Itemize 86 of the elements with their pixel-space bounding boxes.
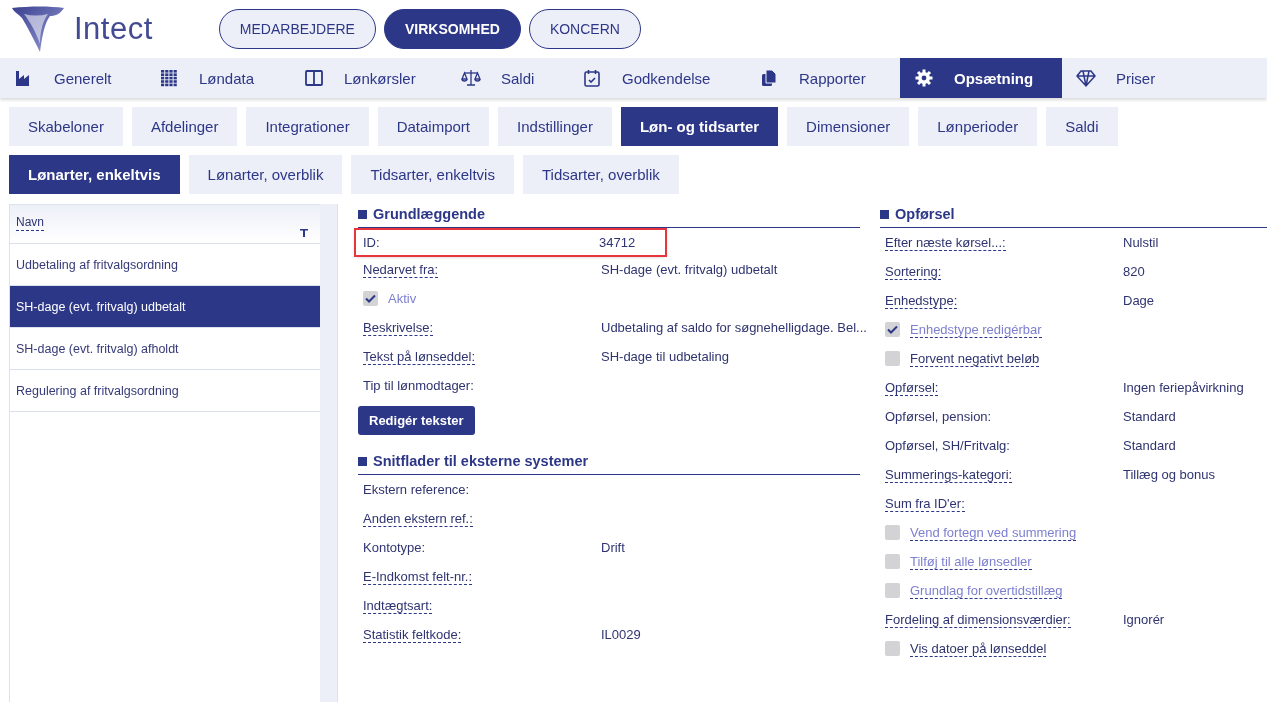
type-tab[interactable]: Lønarter, enkeltvis [9, 155, 180, 194]
field-label: Efter næste kørsel...: [885, 234, 1006, 251]
field-label: Tekst på lønseddel: [363, 348, 475, 365]
field-value: Ignorér [1123, 612, 1166, 627]
settings-tab[interactable]: Dataimport [377, 107, 490, 146]
field-value: SH-dage (evt. fritvalg) udbetalt [601, 262, 779, 277]
field-label: Anden ekstern ref.: [363, 510, 473, 527]
list-item[interactable]: SH-dage (evt. fritvalg) udbetalt [10, 286, 321, 328]
nav-tab[interactable]: Godkendelse [568, 58, 745, 98]
field-value: SH-dage til udbetaling [601, 349, 730, 364]
logo-icon [10, 4, 66, 54]
nav-tab[interactable]: Lønkørsler [290, 58, 447, 98]
type-tab[interactable]: Tidsarter, enkeltvis [351, 155, 514, 194]
field-value: IL0029 [601, 627, 642, 642]
filter-icon[interactable] [300, 229, 309, 237]
field-label: Fordeling af dimensionsværdier: [885, 611, 1071, 628]
field-value: Dage [1123, 293, 1156, 308]
columns-icon [304, 68, 324, 88]
field-value: 820 [1123, 264, 1146, 279]
field-value: Standard [1123, 438, 1177, 453]
field-label: Beskrivelse: [363, 319, 434, 336]
type-tab[interactable]: Tidsarter, overblik [522, 155, 679, 194]
field-value: Udbetaling af saldo for søgnehelligdage. Bel... [601, 320, 867, 335]
section-title: Opførsel [895, 206, 955, 222]
settings-tab[interactable]: Dimensioner [787, 107, 910, 146]
settings-tab[interactable]: Integrationer [246, 107, 369, 146]
diamond-icon [1076, 68, 1096, 88]
copy-icon [759, 68, 779, 88]
field-label: Indtægtsart: [363, 597, 433, 614]
field-label: Opførsel: [885, 379, 939, 396]
calendar-icon [582, 68, 602, 88]
scale-icon [461, 68, 481, 88]
nav-tab[interactable]: Rapporter [745, 58, 900, 98]
checkbox-label: Aktiv [388, 291, 417, 306]
gear-icon [914, 68, 934, 88]
field-label: Opførsel, pension: [885, 409, 992, 424]
nav-tab[interactable]: Priser [1062, 58, 1192, 98]
field-label: Statistik feltkode: [363, 626, 462, 643]
checkbox-label: Vis datoer på lønseddel [910, 640, 1047, 657]
scope-tab[interactable]: VIRKSOMHED [383, 9, 521, 49]
checkbox-label: Enhedstype redigérbar [910, 321, 1042, 338]
scope-tab[interactable]: KONCERN [528, 9, 641, 49]
settings-tab[interactable]: Skabeloner [9, 107, 123, 146]
settings-tab[interactable]: Løn- og tidsarter [620, 107, 779, 146]
field-label: E-Indkomst felt-nr.: [363, 568, 473, 585]
field-label: Sortering: [885, 263, 942, 280]
nav-tab[interactable]: Generelt [0, 58, 145, 98]
field-label: Enhedstype: [885, 292, 958, 309]
nav-tab[interactable]: Løndata [145, 58, 290, 98]
settings-tab[interactable]: Lønperioder [918, 107, 1038, 146]
section-square-icon [358, 456, 367, 466]
section-title: Grundlæggende [373, 206, 485, 222]
brand-name: Intect [74, 11, 153, 47]
settings-tab[interactable]: Indstillinger [498, 107, 612, 146]
field-value: Standard [1123, 409, 1177, 424]
checkbox-label: Forvent negativt beløb [910, 350, 1040, 367]
scope-tab[interactable]: MEDARBEJDERE [218, 9, 376, 49]
field-label: ID: [363, 235, 380, 250]
grid-icon [159, 68, 179, 88]
section-square-icon [880, 209, 889, 219]
field-label: Summerings-kategori: [885, 466, 1013, 483]
section-title: Snitflader til eksterne systemer [373, 453, 589, 469]
settings-tab[interactable]: Afdelinger [131, 107, 238, 146]
field-label: Kontotype: [363, 540, 426, 555]
nav-tab[interactable]: Opsætning [900, 58, 1062, 98]
field-label: Ekstern reference: [363, 482, 470, 497]
checkbox[interactable] [885, 351, 900, 366]
nav-tab[interactable]: Saldi [447, 58, 568, 98]
field-value: Nulstil [1123, 235, 1160, 250]
checkbox-label: Tilføj til alle lønsedler [910, 553, 1032, 570]
checkbox-label: Grundlag for overtidstillæg [910, 582, 1063, 599]
field-label: Nedarvet fra: [363, 261, 439, 278]
settings-tab[interactable]: Saldi [1046, 107, 1118, 146]
checkbox[interactable] [885, 641, 900, 656]
edit-texts-button[interactable]: Redigér tekster [358, 406, 475, 435]
field-label: Sum fra ID'er: [885, 495, 965, 512]
field-label: Tip til lønmodtager: [363, 378, 474, 393]
type-tab[interactable]: Lønarter, overblik [188, 155, 343, 194]
field-value: Drift [601, 540, 626, 555]
field-value: Ingen feriepåvirkning [1123, 380, 1245, 395]
field-value: 34712 [599, 235, 637, 250]
field-value: Tillæg og bonus [1123, 467, 1216, 482]
checkbox-label: Vend fortegn ved summering [910, 524, 1077, 541]
section-square-icon [358, 209, 367, 219]
column-header[interactable]: Navn [16, 214, 44, 231]
field-label: Opførsel, SH/Fritvalg: [885, 438, 1010, 453]
